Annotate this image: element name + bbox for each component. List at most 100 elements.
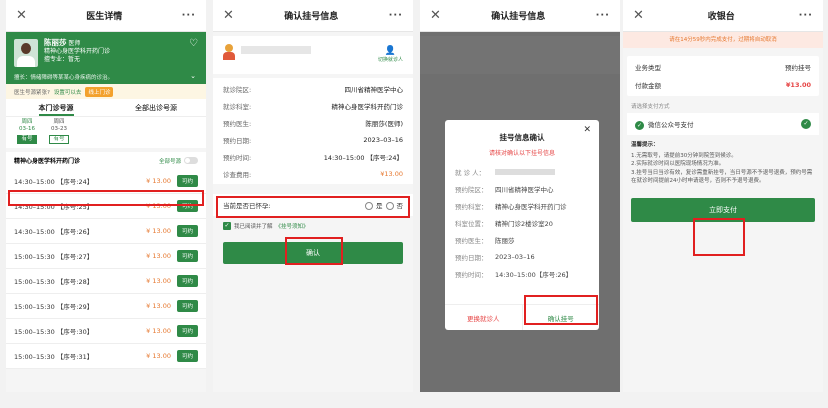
book-button[interactable]: 可约 xyxy=(176,225,198,237)
switch-patient-label: 切换就诊人 xyxy=(377,57,403,63)
book-button[interactable]: 可约 xyxy=(176,350,198,362)
slot-price: ¥ 13.00 xyxy=(146,352,171,360)
person-icon: 👤 xyxy=(384,46,397,56)
doctor-title: 医师 xyxy=(68,40,81,47)
filter-label: 全部号源 xyxy=(158,158,181,165)
info-key: 就诊科室: xyxy=(223,102,252,111)
doctor-name: 陈丽莎 xyxy=(44,38,67,47)
switch-patient-button[interactable]: 👤 切换就诊人 xyxy=(378,46,403,63)
heart-icon[interactable]: ♡ xyxy=(189,38,198,49)
info-value: 陈丽莎(医师) xyxy=(365,119,403,128)
dialog-row: 预约院区： 四川省精神医学中心 xyxy=(445,180,599,197)
book-button[interactable]: 可约 xyxy=(176,250,198,262)
hint-link[interactable]: 设置可以去 xyxy=(54,88,82,96)
change-patient-button[interactable]: 更换就诊人 xyxy=(445,305,523,330)
info-value: 四川省精神医学中心 xyxy=(344,85,404,94)
slot-row[interactable]: 15:00–15:30 【序号:27】 ¥ 13.00 可约 xyxy=(6,244,206,269)
slot-time: 14:30–15:00 【序号:24】 xyxy=(14,178,94,186)
top-bar: ✕ 医生详情 ··· xyxy=(6,0,206,32)
slot-row[interactable]: 15:00–15:30 【序号:30】 ¥ 13.00 可约 xyxy=(6,319,206,344)
info-key: 预约时间: xyxy=(223,153,252,162)
slot-price: ¥ 13.00 xyxy=(146,227,171,235)
hint-text: 医生号源紧张? xyxy=(14,89,50,96)
dialog-row: 预约科室： 精神心身医学科开药门诊 xyxy=(445,197,599,214)
slot-row[interactable]: 15:00–15:30 【序号:28】 ¥ 13.00 可约 xyxy=(6,269,206,294)
dialog-row: 科室位置： 精神门诊2楼诊室20 xyxy=(445,214,599,231)
date-selector: 周四 03-16 有号 周四 03-23 有号 xyxy=(6,117,206,148)
close-icon[interactable]: ✕ xyxy=(16,8,27,23)
slot-time: 15:00–15:30 【序号:29】 xyxy=(14,303,94,311)
page-title: 确认挂号信息 xyxy=(284,12,339,22)
dialog-value: 陈丽莎 xyxy=(495,236,515,245)
date-item[interactable]: 周四 03-23 有号 xyxy=(46,119,72,144)
tip-line: 3.挂号当日当诊有效，复诊需重新挂号，当日号源不予退号退费，预约号需在就诊时间提… xyxy=(631,169,813,185)
patient-name-masked xyxy=(495,168,555,175)
screen-confirm-info: ✕ 确认挂号信息 ··· 👤 切换就诊人 就诊院区: 四川省精神医学中心 就诊科室:… xyxy=(213,0,413,392)
doctor-card: 陈丽莎 医师 精神心身医学科开药门诊 擅专业：暂无 ♡ 擅长：情绪障碍等某某心身… xyxy=(6,32,206,84)
book-button[interactable]: 可约 xyxy=(176,175,198,187)
dialog-key: 就 诊 人： xyxy=(455,168,486,177)
slot-time: 15:00–15:30 【序号:30】 xyxy=(14,328,94,336)
more-icon[interactable]: ··· xyxy=(182,10,196,21)
date-item[interactable]: 周四 03-16 有号 xyxy=(14,119,40,144)
info-value: 精神心身医学科开药门诊 xyxy=(331,102,404,111)
payment-option[interactable]: ✓ 微信公众号支付 ✓ xyxy=(627,113,819,135)
dialog-value: 精神门诊2楼诊室20 xyxy=(495,219,553,228)
chevron-down-icon[interactable]: ⌄ xyxy=(190,72,196,80)
wechat-icon: ✓ xyxy=(635,120,644,130)
slot-row[interactable]: 15:00–15:30 【序号:31】 ¥ 13.00 可约 xyxy=(6,344,206,369)
highlight-box xyxy=(285,237,343,265)
summary-row: 付款金额 ¥13.00 xyxy=(635,76,811,94)
info-key: 诊查费用: xyxy=(223,170,252,179)
order-summary: 业务类型 预约挂号 付款金额 ¥13.00 xyxy=(627,56,819,96)
tab-local-label: 本门诊号源 xyxy=(38,103,74,116)
date-value: 03-16 xyxy=(19,126,35,132)
tip-line: 2.实际就诊时间以医院现场情况为准。 xyxy=(631,161,725,167)
tab-all[interactable]: 全部出诊号源 xyxy=(106,103,206,113)
slot-row[interactable]: 15:00–15:30 【序号:29】 ¥ 13.00 可约 xyxy=(6,294,206,319)
date-day: 周四 xyxy=(53,119,65,125)
highlight-box xyxy=(216,196,410,218)
info-row: 预约时间: 14:30–15:00 【序号:24】 xyxy=(223,148,403,165)
summary-value: 预约挂号 xyxy=(785,64,811,72)
slot-time: 15:00–15:30 【序号:28】 xyxy=(14,278,94,286)
dialog-title: 挂号信息确认 xyxy=(499,133,545,142)
close-icon[interactable]: ✕ xyxy=(583,125,591,135)
book-button[interactable]: 可约 xyxy=(176,275,198,287)
highlight-box xyxy=(524,295,598,325)
more-icon[interactable]: ··· xyxy=(389,10,403,21)
tips: 温馨提示： 1.无需取号，请提前30分钟到院签到候诊。 2.实际就诊时间以医院现… xyxy=(623,135,823,192)
close-icon[interactable]: ✕ xyxy=(430,8,441,23)
dialog-key: 预约医生： xyxy=(455,236,488,245)
slot-row[interactable]: 14:30–15:00 【序号:26】 ¥ 13.00 可约 xyxy=(6,219,206,244)
top-bar: ✕ 收银台 ··· xyxy=(623,0,823,32)
filter-toggle[interactable] xyxy=(184,157,198,164)
agree-checkbox[interactable]: ✓ xyxy=(223,222,231,230)
close-icon[interactable]: ✕ xyxy=(223,8,234,23)
top-bar: ✕ 确认挂号信息 ··· xyxy=(213,0,413,32)
agree-text: 我已阅读并了解 xyxy=(234,224,273,230)
payment-method-name: 微信公众号支付 xyxy=(648,120,694,129)
tab-local[interactable]: 本门诊号源 xyxy=(6,103,106,116)
notice-link[interactable]: 《挂号须知》 xyxy=(276,222,309,230)
more-icon[interactable]: ··· xyxy=(799,10,813,21)
info-value: 2023–03–16 xyxy=(363,135,403,144)
info-key: 预约日期: xyxy=(223,136,252,145)
book-button[interactable]: 可约 xyxy=(176,300,198,312)
book-button[interactable]: 可约 xyxy=(176,325,198,337)
doctor-specialty: 擅专业：暂无 xyxy=(44,56,81,63)
slot-price: ¥ 13.00 xyxy=(146,327,171,335)
online-clinic-tag[interactable]: 线上门诊 xyxy=(85,86,114,97)
info-row: 预约医生: 陈丽莎(医师) xyxy=(223,114,403,131)
slot-price: ¥ 13.00 xyxy=(146,302,171,310)
close-icon[interactable]: ✕ xyxy=(633,8,644,23)
fee-value: ¥13.00 xyxy=(380,169,403,178)
dialog-row: 就 诊 人： xyxy=(445,163,599,180)
doctor-note: 擅长：情绪障碍等某某心身疾病的诊治。 xyxy=(14,75,114,81)
dialog-row: 预约日期： 2023–03–16 xyxy=(445,248,599,265)
date-badge: 有号 xyxy=(17,135,37,144)
tip-line: 1.无需取号，请提前30分钟到院签到候诊。 xyxy=(631,152,737,159)
more-icon[interactable]: ··· xyxy=(596,10,610,21)
top-bar: ✕ 确认挂号信息 ··· xyxy=(420,0,620,32)
amount-value: ¥13.00 xyxy=(785,81,811,89)
